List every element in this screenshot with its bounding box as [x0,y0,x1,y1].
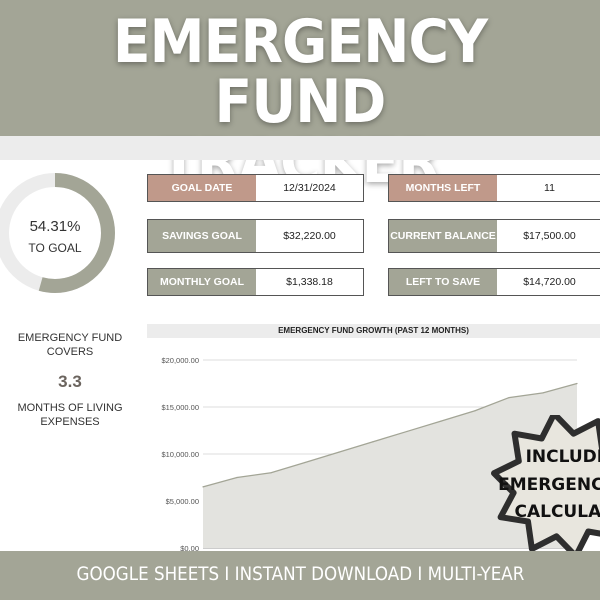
badge-text-line: INCLUDE [526,447,600,467]
data-point [508,397,510,399]
left-to-save-value[interactable]: $14,720.00 [497,269,600,295]
coverage-line-2: COVERS [46,346,94,358]
data-point [270,472,272,474]
monthly-goal-card: MONTHLY GOAL $1,338.18 [147,268,364,296]
goal-date-value[interactable]: 12/31/2024 [256,175,363,201]
y-tick-label: $20,000.00 [161,356,199,365]
fund-coverage: EMERGENCY FUND COVERS 3.3 MONTHS OF LIVI… [0,332,140,428]
current-balance-card: CURRENT BALANCE $17,500.00 [388,219,600,253]
badge-text-line: CALCULAT [514,502,600,522]
data-point [338,451,340,453]
data-point [304,461,306,464]
current-balance-value[interactable]: $17,500.00 [497,220,600,252]
savings-goal-value[interactable]: $32,220.00 [256,220,363,252]
monthly-goal-value[interactable]: $1,338.18 [256,269,363,295]
progress-readout: 54.31% TO GOAL [0,218,110,255]
data-point [440,420,442,422]
data-point [372,441,374,443]
savings-goal-card: SAVINGS GOAL $32,220.00 [147,219,364,253]
progress-percent: 54.31% [29,218,81,235]
y-tick-label: $5,000.00 [166,497,199,506]
current-balance-label: CURRENT BALANCE [389,220,497,252]
goal-date-label: GOAL DATE [148,175,256,201]
coverage-line-1: EMERGENCY FUND [17,332,123,344]
monthly-goal-label: MONTHLY GOAL [148,269,256,295]
y-tick-label: $10,000.00 [161,450,199,459]
progress-label: TO GOAL [28,241,82,255]
coverage-months-value: 3.3 [58,372,82,391]
left-to-save-label: LEFT TO SAVE [389,269,497,295]
badge-text-line: EMERGENCY [498,475,600,495]
footer-text: GOOGLE SHEETS I INSTANT DOWNLOAD I MULTI… [76,563,524,585]
months-left-label: MONTHS LEFT [389,175,497,201]
goal-date-card: GOAL DATE 12/31/2024 [147,174,364,202]
includes-badge: INCLUDE EMERGENCY CALCULAT [491,415,600,555]
title-line-1: EMERGENCY FUND [112,7,488,137]
title-banner: EMERGENCY FUND TRACKER [0,0,600,192]
data-point [406,430,408,433]
footer-banner: GOOGLE SHEETS I INSTANT DOWNLOAD I MULTI… [0,551,600,600]
data-point [236,476,238,479]
data-point [576,382,578,385]
left-to-save-card: LEFT TO SAVE $14,720.00 [388,268,600,296]
data-point [202,486,204,488]
sheet-header-strip [0,136,600,160]
chart-title: EMERGENCY FUND GROWTH (PAST 12 MONTHS) [147,324,600,338]
data-point [542,392,544,394]
months-left-card: MONTHS LEFT 11 [388,174,600,202]
coverage-line-4: EXPENSES [40,416,100,428]
savings-goal-label: SAVINGS GOAL [148,220,256,252]
months-left-value[interactable]: 11 [497,175,600,201]
data-point [474,410,476,412]
y-tick-label: $15,000.00 [161,403,199,412]
coverage-line-3: MONTHS OF LIVING [17,402,123,414]
